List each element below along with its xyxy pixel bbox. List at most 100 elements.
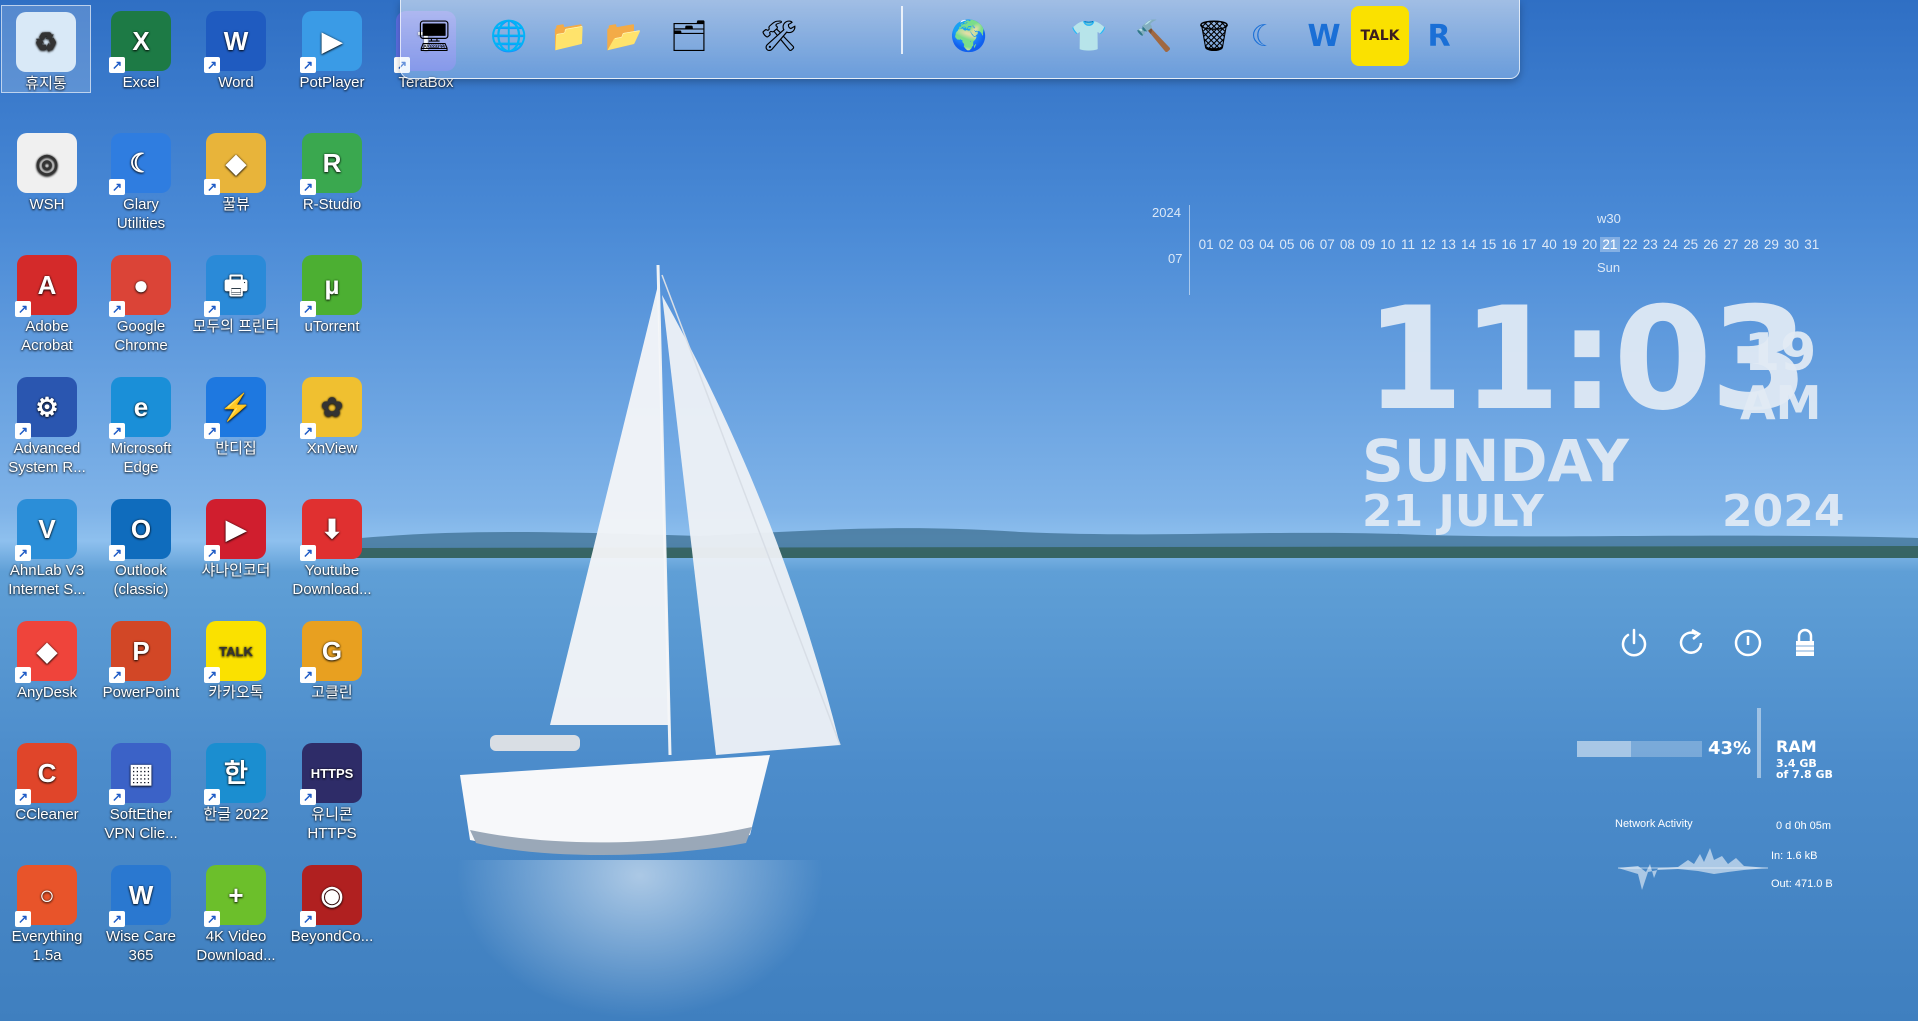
folder-icon[interactable]: 📂 — [596, 6, 652, 66]
desktop-icon-label: BeyondCo... — [290, 928, 374, 945]
calendar-day: 08 — [1339, 237, 1355, 252]
desktop-icon[interactable]: ⚡ ↗ 반디집 — [190, 371, 282, 483]
powerpoint-icon: P ↗ — [109, 621, 171, 683]
clock-seconds: 19 — [1744, 323, 1817, 383]
icon-glyph: ◉ — [320, 879, 344, 910]
desktop-icon[interactable]: ✿ ↗ XnView — [286, 371, 378, 483]
calendar-day: 21 — [1599, 237, 1620, 252]
shortcut-arrow-icon: ↗ — [204, 789, 220, 805]
dock-item-glyph: 🌍 — [950, 18, 988, 54]
desktop-icon-label: Microsoft Edge — [110, 440, 172, 476]
desktop-icon[interactable]: ▦ ↗ SoftEther VPN Clie... — [95, 737, 187, 849]
desktop-icon[interactable]: ◎ WSH — [1, 127, 93, 239]
documents-folder-icon[interactable]: 🗂 — [661, 6, 717, 66]
calendar-day: 29 — [1763, 237, 1779, 252]
glary-utilities-icon[interactable]: ☾ — [1236, 6, 1292, 66]
desktop-icon[interactable]: ♻ 휴지통 — [1, 5, 91, 93]
desktop-icon[interactable]: e ↗ Microsoft Edge — [95, 371, 187, 483]
network-globe-icon[interactable]: 🌐 — [481, 6, 537, 66]
glary-utilities-icon: ☾ ↗ — [109, 133, 171, 195]
tshirt-icon[interactable]: 👕 — [1061, 6, 1117, 66]
restart-icon[interactable] — [1674, 626, 1708, 660]
clock-date: 21 JULY — [1362, 486, 1544, 537]
desktop-icon[interactable]: ◉ ↗ BeyondCo... — [286, 859, 378, 971]
desktop-icon-label: Advanced System R... — [8, 440, 86, 476]
shortcut-arrow-icon: ↗ — [204, 179, 220, 195]
lock-icon[interactable] — [1788, 626, 1822, 660]
wsh-icon: ◎ — [17, 133, 77, 193]
desktop-icon[interactable]: ▶ ↗ 샤나인코더 — [190, 493, 282, 605]
icon-glyph: ▶ — [322, 25, 342, 56]
shortcut-arrow-icon: ↗ — [109, 179, 125, 195]
desktop-icon[interactable]: ⚙ ↗ Advanced System R... — [1, 371, 93, 483]
desktop-icon-label: Google Chrome — [114, 318, 168, 354]
desktop-icon-label: 카카오톡 — [208, 684, 264, 701]
top-dock: 🖥 🌐 📁 📂 🗂 🛠 🌍 👕 🔨 🗑 ☾ W TALK R — [400, 0, 1520, 79]
shortcut-arrow-icon: ↗ — [204, 423, 220, 439]
chrome-icon: ● ↗ — [109, 255, 171, 317]
r-studio-icon[interactable]: R — [1411, 6, 1467, 66]
calendar-day: 06 — [1299, 237, 1315, 252]
folder-icon[interactable]: 📁 — [541, 6, 597, 66]
recycle-bin-icon[interactable]: 🗑 — [1186, 6, 1242, 66]
desktop-icon[interactable]: + ↗ 4K Video Download... — [190, 859, 282, 971]
desktop-icon[interactable]: ◆ ↗ 꿀뷰 — [190, 127, 282, 239]
globe-icon[interactable]: 🌍 — [941, 6, 997, 66]
ccleaner-icon: C ↗ — [15, 743, 77, 805]
desktop-icon[interactable]: W ↗ Wise Care 365 — [95, 859, 187, 971]
dock-separator — [901, 6, 903, 54]
logoff-icon[interactable] — [1731, 626, 1765, 660]
power-icon[interactable] — [1617, 626, 1651, 660]
goclean-icon: G ↗ — [300, 621, 362, 683]
desktop-icon[interactable]: TALK ↗ 카카오톡 — [190, 615, 282, 727]
desktop-icon-label: Word — [218, 74, 254, 91]
computer-icon[interactable]: 🖥 — [406, 6, 462, 66]
desktop-icon[interactable]: ● ↗ Google Chrome — [95, 249, 187, 361]
icon-glyph: HTTPS — [310, 765, 354, 781]
desktop-icon-label: Youtube Download... — [292, 562, 372, 598]
shortcut-arrow-icon: ↗ — [204, 301, 220, 317]
desktop-icon[interactable]: V ↗ AhnLab V3 Internet S... — [1, 493, 93, 605]
icon-glyph: + — [228, 879, 244, 910]
desktop-icon[interactable]: C ↗ CCleaner — [1, 737, 93, 849]
shortcut-arrow-icon: ↗ — [300, 423, 316, 439]
icon-glyph: A — [37, 269, 57, 300]
potplayer-icon: ▶ ↗ — [300, 11, 362, 73]
shortcut-arrow-icon: ↗ — [204, 545, 220, 561]
desktop-icon[interactable]: µ ↗ uTorrent — [286, 249, 378, 361]
desktop-icon[interactable]: ☾ ↗ Glary Utilities — [95, 127, 187, 239]
shortcut-arrow-icon: ↗ — [204, 667, 220, 683]
desktop-icon[interactable]: ◆ ↗ AnyDesk — [1, 615, 93, 727]
calendar-day: 12 — [1420, 237, 1436, 252]
desktop-icon[interactable]: ⬇ ↗ Youtube Download... — [286, 493, 378, 605]
desktop-icon[interactable]: O ↗ Outlook (classic) — [95, 493, 187, 605]
desktop-icon[interactable]: 한 ↗ 한글 2022 — [190, 737, 282, 849]
outlook-icon: O ↗ — [109, 499, 171, 561]
wise-care-icon[interactable]: W — [1296, 6, 1352, 66]
kakaotalk-icon[interactable]: TALK — [1351, 6, 1409, 66]
softether-vpn-icon: ▦ ↗ — [109, 743, 171, 805]
tools-icon[interactable]: 🛠 — [751, 6, 807, 66]
desktop-icon[interactable]: 🖶 ↗ 모두의 프린터 — [190, 249, 282, 361]
desktop-icon[interactable]: A ↗ Adobe Acrobat — [1, 249, 93, 361]
desktop-icon[interactable]: X ↗ Excel — [95, 5, 187, 117]
desktop-icon[interactable]: HTTPS ↗ 유니콘 HTTPS — [286, 737, 378, 849]
calendar-day-strip: 01 02 03 04 05 06 07 08 09 10 11 12 13 14 15 16 17 40 19 20… — [1196, 237, 1822, 252]
shortcut-arrow-icon: ↗ — [300, 57, 316, 73]
calendar-day: 03 — [1238, 237, 1254, 252]
desktop-icon-label: Wise Care 365 — [105, 928, 176, 964]
kakaotalk-icon: TALK ↗ — [204, 621, 266, 683]
shortcut-arrow-icon: ↗ — [300, 911, 316, 927]
icon-glyph: e — [133, 391, 149, 422]
icon-glyph: ◎ — [35, 147, 59, 178]
desktop-icon[interactable]: ○ ↗ Everything 1.5a — [1, 859, 93, 971]
hammer-icon[interactable]: 🔨 — [1126, 6, 1182, 66]
desktop-icon[interactable]: ▶ ↗ PotPlayer — [286, 5, 378, 117]
dock-item-glyph: TALK — [1360, 28, 1400, 44]
desktop-icon-label: Excel — [122, 74, 160, 91]
calendar-day: 25 — [1683, 237, 1699, 252]
desktop-icon[interactable]: W ↗ Word — [190, 5, 282, 117]
desktop-icon[interactable]: P ↗ PowerPoint — [95, 615, 187, 727]
desktop-icon[interactable]: R ↗ R-Studio — [286, 127, 378, 239]
desktop-icon[interactable]: G ↗ 고클린 — [286, 615, 378, 727]
